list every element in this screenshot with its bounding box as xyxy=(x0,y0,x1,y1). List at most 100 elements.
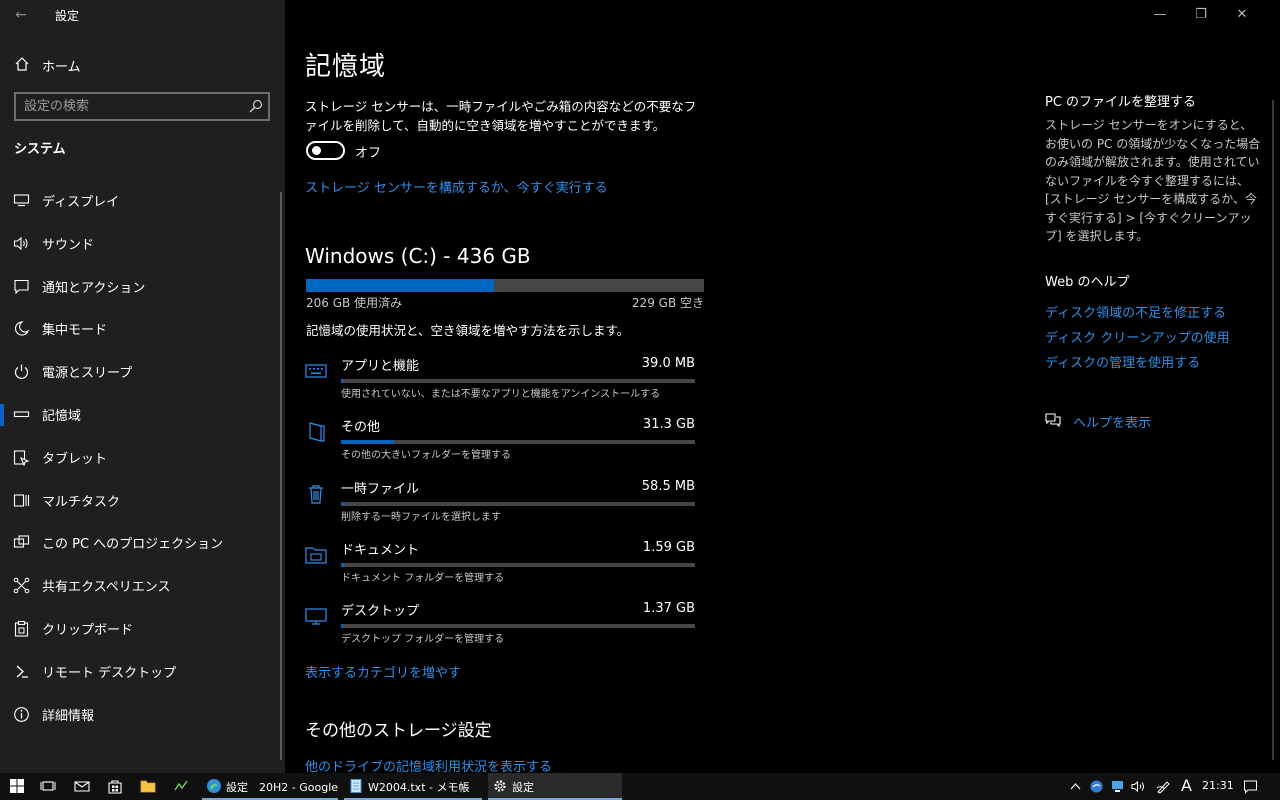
notification-icon xyxy=(14,279,29,294)
sidebar-item-label: 通知とアクション xyxy=(42,280,146,296)
category-desktop[interactable]: デスクトップ 1.37 GB デスクトップ フォルダーを管理する xyxy=(305,595,705,656)
help-link-disk-management[interactable]: ディスクの管理を使用する xyxy=(1045,352,1200,371)
sidebar-item-about[interactable]: 詳細情報 xyxy=(0,694,285,737)
store-icon[interactable] xyxy=(107,778,123,794)
drive-usage-bar xyxy=(306,279,704,292)
multitask-icon xyxy=(13,494,30,507)
category-bar-fill xyxy=(341,440,395,445)
other-storage-title: その他のストレージ設定 xyxy=(305,721,492,741)
main-content: — ❐ ✕ 記憶域 ストレージ センサーは、一時ファイルやごみ箱の内容などの不要… xyxy=(285,0,1280,775)
drive-title: Windows (C:) - 436 GB xyxy=(305,244,531,268)
back-button[interactable]: ← xyxy=(10,5,32,25)
category-bar xyxy=(341,501,695,506)
sidebar-item-multitask[interactable]: マルチタスク xyxy=(0,480,285,523)
share-icon xyxy=(13,577,30,594)
search-icon[interactable] xyxy=(249,99,263,113)
category-size: 58.5 MB xyxy=(641,478,695,494)
sidebar-item-storage[interactable]: 記憶域 xyxy=(0,394,285,437)
taskbar-task-notepad[interactable]: W2004.txt - メモ帳 xyxy=(344,773,482,800)
sidebar-item-power[interactable]: 電源とスリープ xyxy=(0,351,285,394)
configure-storage-sense-link[interactable]: ストレージ センサーを構成するか、今すぐ実行する xyxy=(305,177,608,196)
page-title: 記憶域 xyxy=(305,52,387,82)
sidebar-item-sound[interactable]: サウンド xyxy=(0,223,285,266)
category-name: デスクトップ xyxy=(341,604,420,620)
category-apps[interactable]: アプリと機能 39.0 MB 使用されていない、または不要なアプリと機能をアンイ… xyxy=(305,350,705,411)
volume-icon[interactable] xyxy=(1131,779,1146,794)
taskbar-task-edge[interactable]: 設定 20H2 - Google ... xyxy=(202,773,338,800)
show-more-categories-link[interactable]: 表示するカテゴリを増やす xyxy=(305,662,461,681)
storage-sense-description: ストレージ センサーは、一時ファイルやごみ箱の内容などの不要なファイルを削除して… xyxy=(305,99,697,133)
close-button[interactable]: ✕ xyxy=(1232,6,1252,24)
sidebar-item-label: サウンド xyxy=(42,237,95,253)
category-description: デスクトップ フォルダーを管理する xyxy=(341,634,505,646)
sidebar-item-remote-desktop[interactable]: リモート デスクトップ xyxy=(0,651,285,694)
sidebar-item-home[interactable]: ホーム xyxy=(0,52,285,78)
sidebar-item-projection[interactable]: この PC へのプロジェクション xyxy=(0,522,285,565)
sidebar-item-display[interactable]: ディスプレイ xyxy=(0,180,285,223)
minimize-button[interactable]: — xyxy=(1150,6,1170,24)
help-link-disk-cleanup[interactable]: ディスク クリーンアップの使用 xyxy=(1045,327,1230,346)
category-bar xyxy=(341,440,695,445)
taskbar-task-label: 設定 xyxy=(512,781,534,794)
power-icon xyxy=(14,364,29,380)
titlebar-left: ← 設定 xyxy=(0,0,285,30)
category-size: 1.37 GB xyxy=(642,601,695,617)
other-icon xyxy=(309,422,325,443)
mail-icon[interactable] xyxy=(74,778,90,794)
main-scrollbar[interactable] xyxy=(1272,100,1274,760)
windows-start-icon[interactable] xyxy=(9,778,25,794)
task-view-icon[interactable] xyxy=(40,778,56,794)
display-icon xyxy=(13,194,30,207)
help-link-fix-disk-space[interactable]: ディスク領域の不足を修正する xyxy=(1045,302,1226,321)
category-other[interactable]: その他 31.3 GB その他の大きいフォルダーを管理する xyxy=(305,411,705,472)
category-temp-files[interactable]: 一時ファイル 58.5 MB 削除する一時ファイルを選択します xyxy=(305,473,705,534)
ime-indicator[interactable]: A xyxy=(1181,776,1192,795)
tablet-icon xyxy=(13,450,30,466)
file-explorer-icon[interactable] xyxy=(140,778,156,794)
help-chat-icon[interactable] xyxy=(1045,412,1061,428)
chevron-up-icon[interactable] xyxy=(1068,779,1083,794)
search-box[interactable] xyxy=(14,92,270,121)
category-description: ドキュメント フォルダーを管理する xyxy=(341,572,505,584)
network-icon[interactable] xyxy=(1110,779,1125,794)
sidebar-item-notifications[interactable]: 通知とアクション xyxy=(0,266,285,309)
usage-description: 記憶域の使用状況と、空き領域を増やす方法を示します。 xyxy=(306,323,630,338)
clock[interactable]: 21:31 xyxy=(1202,779,1234,792)
sidebar-item-label: マルチタスク xyxy=(42,494,121,510)
sidebar-scrollbar[interactable] xyxy=(280,192,282,760)
pen-icon[interactable] xyxy=(1156,779,1171,794)
category-size: 1.59 GB xyxy=(642,539,695,555)
projection-icon xyxy=(13,535,30,548)
action-center-icon[interactable] xyxy=(1243,779,1258,794)
sidebar-item-shared-experiences[interactable]: 共有エクスペリエンス xyxy=(0,565,285,608)
network-tool-icon[interactable] xyxy=(173,778,189,794)
sidebar-item-label: ホーム xyxy=(42,60,81,75)
sidebar-item-clipboard[interactable]: クリップボード xyxy=(0,608,285,651)
category-bar xyxy=(341,562,695,567)
storage-sense-toggle[interactable] xyxy=(306,141,345,160)
sidebar-item-tablet[interactable]: タブレット xyxy=(0,437,285,480)
category-bar-fill xyxy=(341,562,344,567)
moon-icon xyxy=(14,321,30,336)
category-bar xyxy=(341,379,695,383)
toggle-knob xyxy=(312,146,321,155)
sidebar-item-focus[interactable]: 集中モード xyxy=(0,308,285,351)
sidebar-item-label: 電源とスリープ xyxy=(42,366,133,382)
restore-button[interactable]: ❐ xyxy=(1191,6,1211,24)
category-description: その他の大きいフォルダーを管理する xyxy=(341,450,511,462)
category-bar-fill xyxy=(341,624,344,629)
window-controls: — ❐ ✕ xyxy=(1150,0,1280,30)
taskbar-task-settings[interactable]: 設定 xyxy=(488,773,622,800)
category-name: アプリと機能 xyxy=(341,359,420,374)
category-documents[interactable]: ドキュメント 1.59 GB ドキュメント フォルダーを管理する xyxy=(305,534,705,595)
search-input[interactable] xyxy=(16,94,236,119)
category-bar-fill xyxy=(341,501,344,506)
clipboard-icon xyxy=(14,620,29,637)
selection-indicator xyxy=(0,403,4,426)
show-help-link[interactable]: ヘルプを表示 xyxy=(1073,412,1151,431)
gear-icon xyxy=(494,780,506,792)
tray-app-icon[interactable] xyxy=(1089,779,1104,794)
sidebar-item-label: ディスプレイ xyxy=(42,195,120,210)
trash-icon xyxy=(309,484,323,504)
notepad-icon xyxy=(350,779,362,793)
